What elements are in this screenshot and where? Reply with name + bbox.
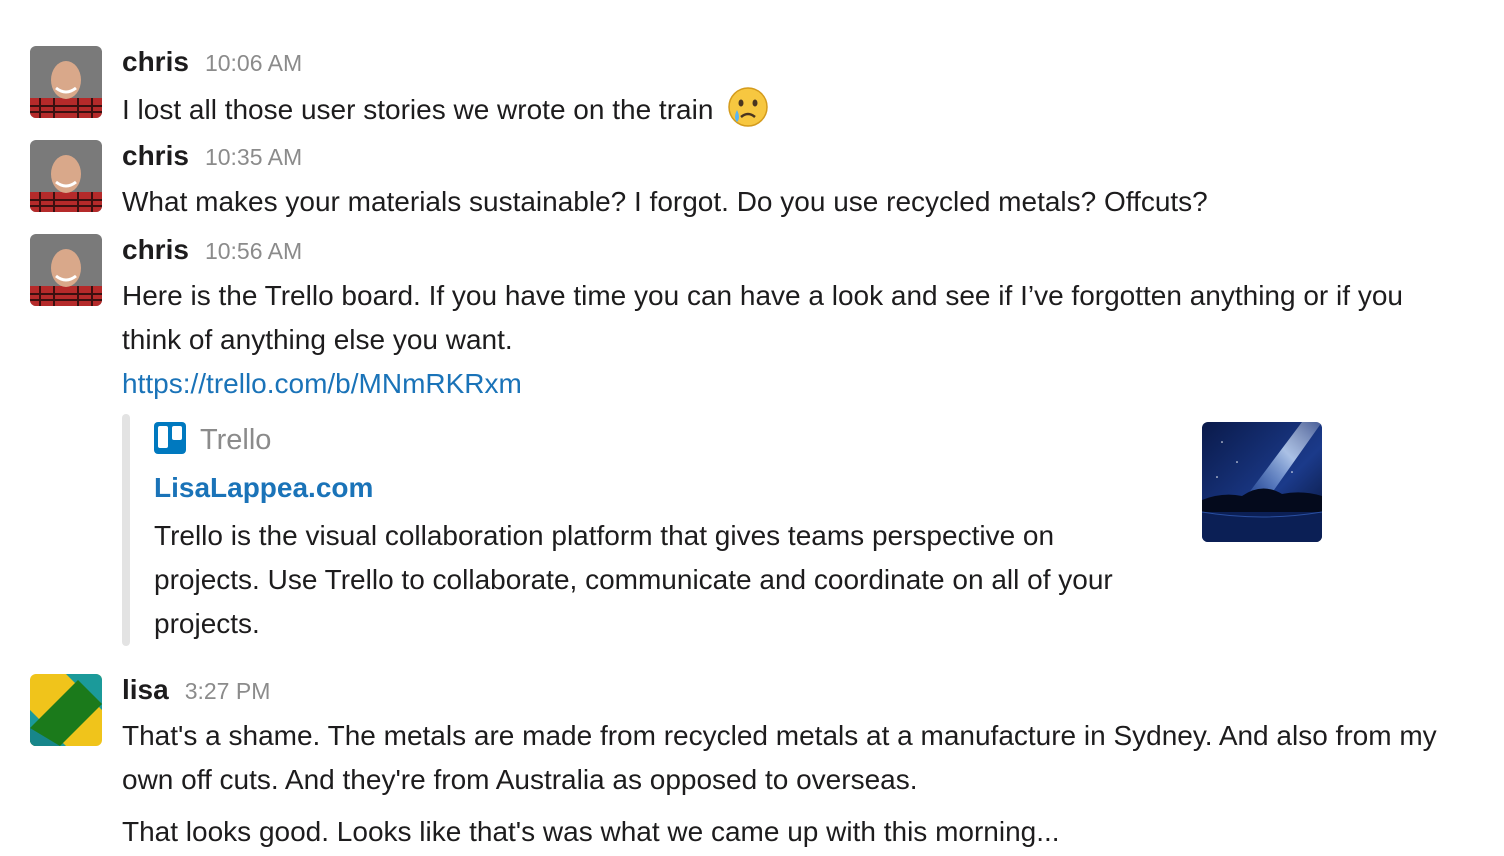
trello-board-link[interactable]: https://trello.com/b/MNmRKRxm (122, 362, 1454, 406)
avatar-chris[interactable] (30, 140, 102, 212)
message-author[interactable]: chris (122, 46, 189, 78)
message-author[interactable]: lisa (122, 674, 169, 706)
message-text: Here is the Trello board. If you have ti… (122, 280, 1403, 355)
crying-face-emoji-icon[interactable] (727, 86, 769, 128)
link-preview-attachment: Trello LisaLappea.com Trello is the visu… (122, 414, 1332, 646)
message-timestamp[interactable]: 10:06 AM (205, 50, 302, 77)
attachment-thumbnail[interactable] (1202, 422, 1322, 542)
message-text: That's a shame. The metals are made from… (122, 720, 1437, 795)
message-timestamp[interactable]: 10:35 AM (205, 144, 302, 171)
attachment-title-link[interactable]: LisaLappea.com (154, 472, 373, 504)
message-author[interactable]: chris (122, 140, 189, 172)
message-timestamp[interactable]: 10:56 AM (205, 238, 302, 265)
message-text: What makes your materials sustainable? I… (122, 186, 1208, 217)
trello-icon (154, 422, 186, 459)
attachment-description: Trello is the visual collaboration platf… (154, 520, 1113, 639)
message-text-followup: That looks good. Looks like that's was w… (122, 816, 1060, 847)
attachment-border (122, 414, 130, 646)
avatar-chris[interactable] (30, 46, 102, 118)
attachment-service: Trello (154, 422, 271, 459)
message-timestamp[interactable]: 3:27 PM (185, 678, 271, 705)
avatar-chris[interactable] (30, 234, 102, 306)
attachment-service-name: Trello (200, 424, 272, 456)
message-author[interactable]: chris (122, 234, 189, 266)
message-text: I lost all those user stories we wrote o… (122, 94, 714, 125)
avatar-lisa[interactable] (30, 674, 102, 746)
